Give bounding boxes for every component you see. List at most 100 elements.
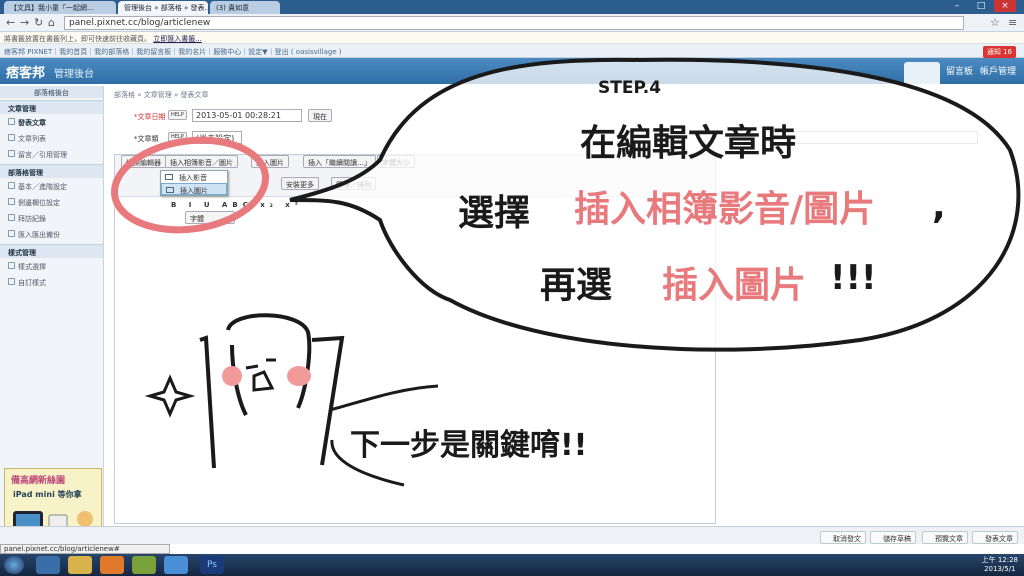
annotation-line2a: 選擇	[458, 193, 531, 234]
menu-item-video[interactable]: 插入影音	[161, 171, 227, 183]
sidebar-item-label: 自訂樣式	[18, 279, 46, 287]
publish-button[interactable]: 發表文章	[972, 531, 1018, 544]
tab-active[interactable]: 管理後台 » 部落格 » 發表…	[118, 1, 208, 14]
clock: 上午 12:28 2013/5/1	[982, 556, 1018, 574]
star-icon[interactable]: ☆	[990, 16, 1000, 29]
font-size-toggle[interactable]: 字體大小	[377, 155, 415, 168]
sidebar-item-label: 文章列表	[18, 135, 46, 143]
sidebar-item-label: 基本／進階設定	[18, 183, 67, 191]
image-icon	[166, 187, 174, 193]
home-icon[interactable]: ⌂	[48, 16, 55, 29]
tab-3[interactable]: (3) 貴如意	[210, 1, 280, 14]
url-field[interactable]: panel.pixnet.cc/blog/articlenew	[64, 16, 964, 30]
install-more-button[interactable]: 安裝更多	[281, 177, 319, 190]
paint-icon[interactable]	[132, 556, 156, 574]
reload-icon[interactable]: ↻	[34, 16, 43, 29]
palette-icon	[8, 262, 15, 269]
taskbar: Ps 上午 12:28 2013/5/1	[0, 554, 1024, 576]
gear-icon	[8, 182, 15, 189]
sidebar-item-style-select[interactable]: 樣式選擇	[0, 258, 103, 274]
ad-line2: iPad mini 等你拿	[13, 490, 82, 499]
back-icon[interactable]: ←	[6, 16, 15, 29]
layout-icon	[8, 198, 15, 205]
forward-icon[interactable]: →	[20, 16, 29, 29]
media-icon[interactable]	[100, 556, 124, 574]
save-draft-button[interactable]: 儲存草稿	[870, 531, 916, 544]
address-bar: ← → ↻ ⌂ panel.pixnet.cc/blog/articlenew …	[0, 14, 1024, 32]
sidebar-item-label: 發表文章	[18, 119, 46, 127]
sidebar-item-custom-style[interactable]: 自訂樣式	[0, 274, 103, 290]
type-select[interactable]: (尚未設定)	[192, 131, 242, 144]
tab-account[interactable]: 帳戶管理	[980, 64, 1016, 77]
date-label: *文章日期	[134, 113, 166, 121]
sidebar-item-sidebar-settings[interactable]: 側邊欄位設定	[0, 194, 103, 210]
menu-item-image[interactable]: 插入圖片	[161, 183, 227, 195]
menu-label: 插入影音	[179, 174, 207, 182]
sidebar-item-new-article[interactable]: 發表文章	[0, 114, 103, 130]
format-buttons[interactable]: B I U ABC x₂ x²	[171, 201, 303, 209]
font-select[interactable]: 字體	[185, 211, 235, 224]
sidebar-item-backup[interactable]: 匯入匯出備份	[0, 226, 103, 242]
insert-more-button[interactable]: 插入「繼續閱讀…」	[303, 155, 376, 168]
tab-1[interactable]: 【文具】我小童「一起網…	[4, 1, 116, 14]
tab-blog[interactable]	[904, 62, 940, 84]
sidebar-item-comments[interactable]: 留言／引用管理	[0, 146, 103, 162]
breadcrumb: 部落格 » 文章管理 » 發表文章	[114, 91, 209, 99]
ie-icon[interactable]	[36, 556, 60, 574]
insert-dropdown: 插入影音 插入圖片	[160, 170, 228, 196]
list-icon	[8, 134, 15, 141]
photoshop-icon[interactable]: Ps	[200, 556, 224, 574]
sidebar-item-visits[interactable]: 拜訪紀錄	[0, 210, 103, 226]
section-articles[interactable]: 文章管理	[0, 100, 103, 114]
comment-icon	[8, 150, 15, 157]
status-url: panel.pixnet.cc/blog/articlenew#	[0, 544, 170, 554]
folder-icon[interactable]	[68, 556, 92, 574]
section-style[interactable]: 樣式管理	[0, 244, 103, 258]
right-input[interactable]	[788, 131, 978, 144]
film-icon	[165, 174, 173, 180]
switch-editor-button[interactable]: 切換編輯器	[121, 155, 166, 168]
annotation-step: STEP.4	[598, 78, 662, 98]
sidebar-item-settings[interactable]: 基本／進階設定	[0, 178, 103, 194]
chrome-icon[interactable]	[164, 556, 188, 574]
action-bar: 取消發文 儲存草稿 預覽文章 發表文章	[0, 526, 1024, 544]
site-logo[interactable]: 痞客邦	[6, 62, 45, 81]
annotation-line2b: 插入相簿影音/圖片	[574, 189, 876, 230]
import-bookmarks-link[interactable]: 立即匯入書籤...	[153, 35, 202, 43]
maximize-icon[interactable]: □	[970, 0, 992, 12]
sidebar-item-label: 拜訪紀錄	[18, 215, 46, 223]
close-icon[interactable]: ×	[994, 0, 1016, 12]
help-button[interactable]: HELP	[168, 110, 187, 120]
start-icon[interactable]	[4, 556, 24, 574]
menu-label: 插入圖片	[180, 187, 208, 195]
tab-guestbook[interactable]: 留言板	[946, 64, 973, 77]
admin-title: 管理後台	[54, 69, 94, 80]
annotation-line3a: 再選	[540, 265, 613, 306]
pencil-icon	[8, 118, 15, 125]
now-button[interactable]: 現在	[308, 109, 332, 122]
ad-line1: 備高網新絲園	[11, 476, 66, 486]
annotation-line2c: ,	[932, 186, 946, 227]
site-topnav[interactable]: 痞客邦 PIXNET｜我的首頁｜我的部落格｜我的留言板｜我的名片｜服務中心｜設定…	[0, 44, 1024, 58]
insert-image-button[interactable]: 插入圖片	[251, 155, 289, 168]
sidebar-item-article-list[interactable]: 文章列表	[0, 130, 103, 146]
cancel-post-button[interactable]: 取消發文	[820, 531, 866, 544]
section-blog[interactable]: 部落格管理	[0, 164, 103, 178]
eye-icon	[8, 278, 15, 285]
chart-icon	[8, 214, 15, 221]
minimize-icon[interactable]: –	[946, 0, 968, 12]
bookmark-bar: 將書籤放置在書籤列上，即可快速前往收藏頁。 立即匯入書籤...	[0, 32, 1024, 44]
sidebar-item-label: 樣式選擇	[18, 263, 46, 271]
help-button-2[interactable]: HELP	[168, 132, 187, 142]
type-label: *文章類	[134, 135, 159, 143]
clock-time: 上午 12:28	[981, 556, 1018, 564]
insert-media-button[interactable]: 插入相簿影音／圖片	[165, 155, 238, 168]
backup-icon	[8, 230, 15, 237]
notification-badge[interactable]: 通知 16	[982, 46, 1016, 58]
sidebar-item-label: 留言／引用管理	[18, 151, 67, 159]
preview-button[interactable]: 預覽文章	[922, 531, 968, 544]
sort-button[interactable]: 管理／排列	[331, 177, 376, 190]
browser-tab-bar: 【文具】我小童「一起網… 管理後台 » 部落格 » 發表… (3) 貴如意 – …	[0, 0, 1024, 14]
menu-icon[interactable]: ≡	[1008, 16, 1017, 29]
date-input[interactable]: 2013-05-01 00:28:21	[192, 109, 302, 122]
